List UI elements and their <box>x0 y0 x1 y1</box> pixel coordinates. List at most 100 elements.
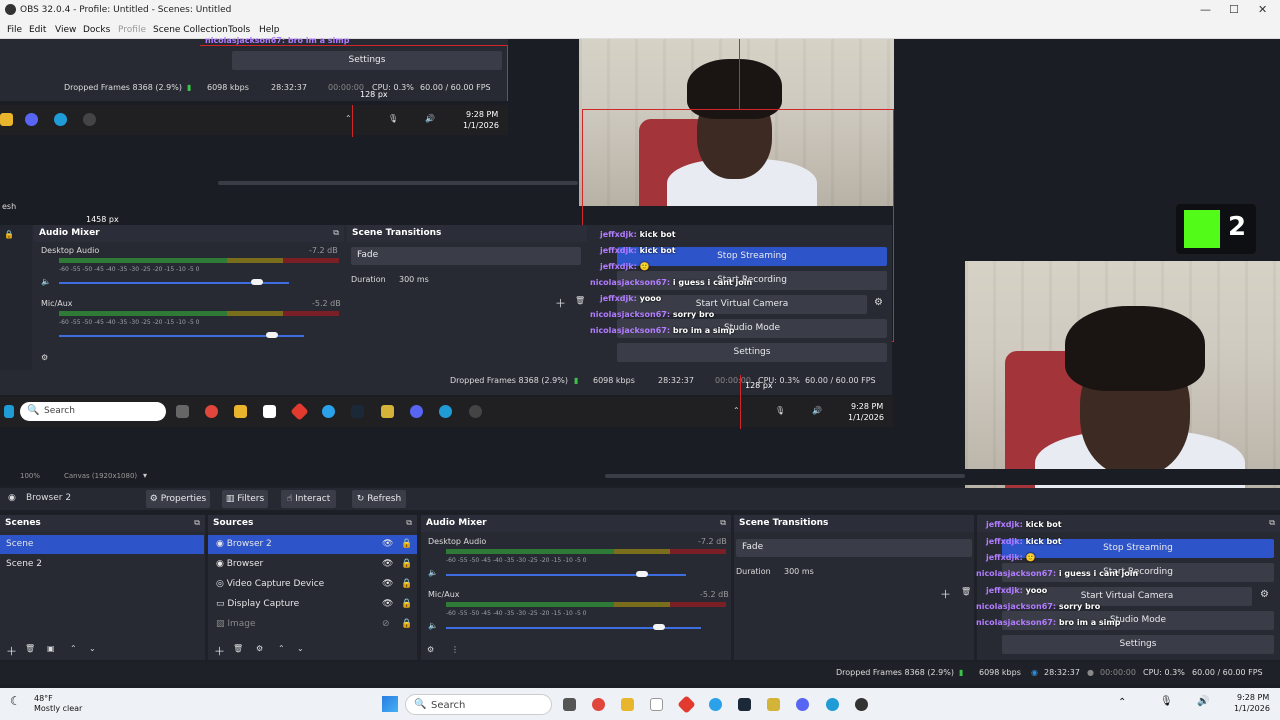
selected-source-name: Browser 2 <box>26 493 72 503</box>
menu-edit[interactable]: Edit <box>29 25 46 35</box>
add-scene-icon[interactable]: ＋ <box>6 643 17 659</box>
nested-gear-icon[interactable]: ⚙ <box>41 353 48 362</box>
chat-line: nicolasjackson67: i guess i cant join <box>976 569 1139 578</box>
canvas-size[interactable]: Canvas (1920x1080) <box>64 472 137 480</box>
app-red-icon[interactable] <box>677 695 696 714</box>
transition-select[interactable]: Fade <box>736 539 972 557</box>
weather-icon[interactable]: ☾ <box>10 694 21 708</box>
preview-canvas[interactable]: Settings Dropped Frames 8368 (2.9%) ▮ 60… <box>0 36 1280 497</box>
nested-mic-knob[interactable] <box>266 332 278 338</box>
task-view-icon <box>176 405 189 418</box>
nested-desktop-ticks: -60 -55 -50 -45 -40 -35 -30 -25 -20 -15 … <box>59 266 200 273</box>
mixer-menu-icon[interactable]: ⋮ <box>451 645 459 654</box>
webcam-preview-right[interactable] <box>965 261 1280 497</box>
properties-button[interactable]: ⚙ Properties <box>146 490 210 508</box>
eye-icon[interactable]: 👁 <box>382 539 393 549</box>
lock-icon[interactable]: 🔒 <box>401 539 412 549</box>
steam-icon[interactable] <box>738 698 751 711</box>
volume-icon[interactable]: 🔊 <box>1197 696 1209 707</box>
desktop-audio-label: Desktop Audio <box>428 537 487 546</box>
desktop-audio-slider[interactable] <box>446 574 686 576</box>
windows-start-icon[interactable] <box>382 696 398 712</box>
minecraft-icon[interactable] <box>767 698 780 711</box>
menu-scene-collection[interactable]: Scene Collection <box>153 25 228 35</box>
close-button[interactable]: ✕ <box>1258 3 1267 16</box>
chrome-icon[interactable] <box>709 698 722 711</box>
eye-hidden-icon[interactable]: ⊘ <box>382 619 390 629</box>
file-explorer-icon[interactable] <box>621 698 634 711</box>
store-icon[interactable] <box>650 698 663 711</box>
weather-temp[interactable]: 48°F <box>34 694 53 703</box>
taskbar-search[interactable]: 🔍 Search <box>405 694 552 715</box>
menu-docks[interactable]: Docks <box>83 25 110 35</box>
filters-button[interactable]: ▥ Filters <box>222 490 268 508</box>
source-item[interactable]: ▨ Image ⊘ 🔒 <box>208 615 417 634</box>
move-up-icon[interactable]: ⌃ <box>70 644 77 653</box>
mixer-gear-icon[interactable]: ⚙ <box>427 645 434 654</box>
add-transition-icon[interactable]: ＋ <box>940 586 951 602</box>
chat-line: nicolasjackson67: sorry bro <box>976 602 1101 611</box>
virtual-camera-gear-icon[interactable]: ⚙ <box>1260 589 1269 600</box>
lock-icon[interactable]: 🔒 <box>401 599 412 609</box>
interact-button[interactable]: ☝ Interact <box>281 490 336 508</box>
move-down-icon[interactable]: ⌄ <box>297 644 304 653</box>
window-title: OBS 32.0.4 - Profile: Untitled - Scenes:… <box>20 5 232 15</box>
source-item[interactable]: ◉ Browser 👁 🔒 <box>208 555 417 574</box>
remove-transition-icon[interactable]: 🗑 <box>961 587 971 596</box>
discord-icon[interactable] <box>796 698 809 711</box>
source-gear-icon[interactable]: ⚙ <box>256 644 263 653</box>
clock-time[interactable]: 9:28 PM <box>1237 693 1269 702</box>
move-down-icon[interactable]: ⌄ <box>89 644 96 653</box>
zoom-row: 100% Canvas (1920x1080) ▾ <box>0 469 1280 485</box>
move-up-icon[interactable]: ⌃ <box>278 644 285 653</box>
lock-icon[interactable]: 🔒 <box>401 559 412 569</box>
chevron-up-icon[interactable]: ⌃ <box>1118 697 1126 708</box>
obs-icon[interactable] <box>855 698 868 711</box>
add-source-icon[interactable]: ＋ <box>214 643 225 659</box>
edge-icon[interactable] <box>826 698 839 711</box>
source-item[interactable]: ▭ Display Capture 👁 🔒 <box>208 595 417 614</box>
scene-filter-icon[interactable]: ▣ <box>47 644 55 653</box>
mic-aux-mute-icon[interactable]: 🔈 <box>428 621 438 630</box>
desktop-audio-knob[interactable] <box>636 571 648 577</box>
menu-profile[interactable]: Profile <box>118 25 146 35</box>
mic-aux-knob[interactable] <box>653 624 665 630</box>
clock-date[interactable]: 1/1/2026 <box>1234 704 1270 713</box>
menu-file[interactable]: File <box>7 25 22 35</box>
nested-speaker-icon[interactable]: 🔈 <box>41 277 51 286</box>
refresh-button[interactable]: ↻ Refresh <box>352 490 406 508</box>
obs-logo-icon <box>5 4 16 15</box>
menu-tools[interactable]: Tools <box>228 25 250 35</box>
chevron-down-icon[interactable]: ▾ <box>143 471 147 480</box>
desktop-audio-mute-icon[interactable]: 🔈 <box>428 568 438 577</box>
source-item[interactable]: ◎ Video Capture Device 👁 🔒 <box>208 575 417 594</box>
maximize-button[interactable]: ☐ <box>1229 3 1239 16</box>
mic-icon[interactable]: 🎙 <box>1160 696 1173 707</box>
lock-icon[interactable]: 🔒 <box>401 579 412 589</box>
eye-icon[interactable]: 👁 <box>382 599 393 609</box>
menu-view[interactable]: View <box>55 25 76 35</box>
task-view-icon[interactable] <box>563 698 576 711</box>
sources-dock: Sources ⧉ ◉ Browser 2 👁 🔒 ◉ Browser 👁 🔒 ◎… <box>208 515 417 660</box>
copilot-icon[interactable] <box>592 698 605 711</box>
remove-source-icon[interactable]: 🗑 <box>233 644 243 653</box>
scene-item[interactable]: Scene <box>0 535 204 554</box>
remove-scene-icon[interactable]: 🗑 <box>25 644 35 653</box>
chat-line: nicolasjackson67: i guess i cant join <box>590 278 753 287</box>
source-item[interactable]: ◉ Browser 2 👁 🔒 <box>208 535 417 554</box>
windows-icon <box>4 405 14 418</box>
zoom-level[interactable]: 100% <box>20 472 40 480</box>
browser-source-icon: ◉ <box>8 493 16 503</box>
minimize-button[interactable]: — <box>1200 3 1211 16</box>
duration-value[interactable]: 300 ms <box>784 567 814 576</box>
menu-help[interactable]: Help <box>259 25 280 35</box>
weather-desc[interactable]: Mostly clear <box>34 704 82 713</box>
eye-icon[interactable]: 👁 <box>382 559 393 569</box>
scene-item[interactable]: Scene 2 <box>0 555 205 574</box>
source-toolbar: ◉ Browser 2 ⚙ Properties ▥ Filters ☝ Int… <box>0 488 1280 510</box>
settings-button[interactable]: Settings <box>1002 635 1274 654</box>
lock-icon[interactable]: 🔒 <box>401 619 412 629</box>
nested-desktop-knob[interactable] <box>251 279 263 285</box>
eye-icon[interactable]: 👁 <box>382 579 393 589</box>
horizontal-scrollbar[interactable] <box>605 474 965 478</box>
